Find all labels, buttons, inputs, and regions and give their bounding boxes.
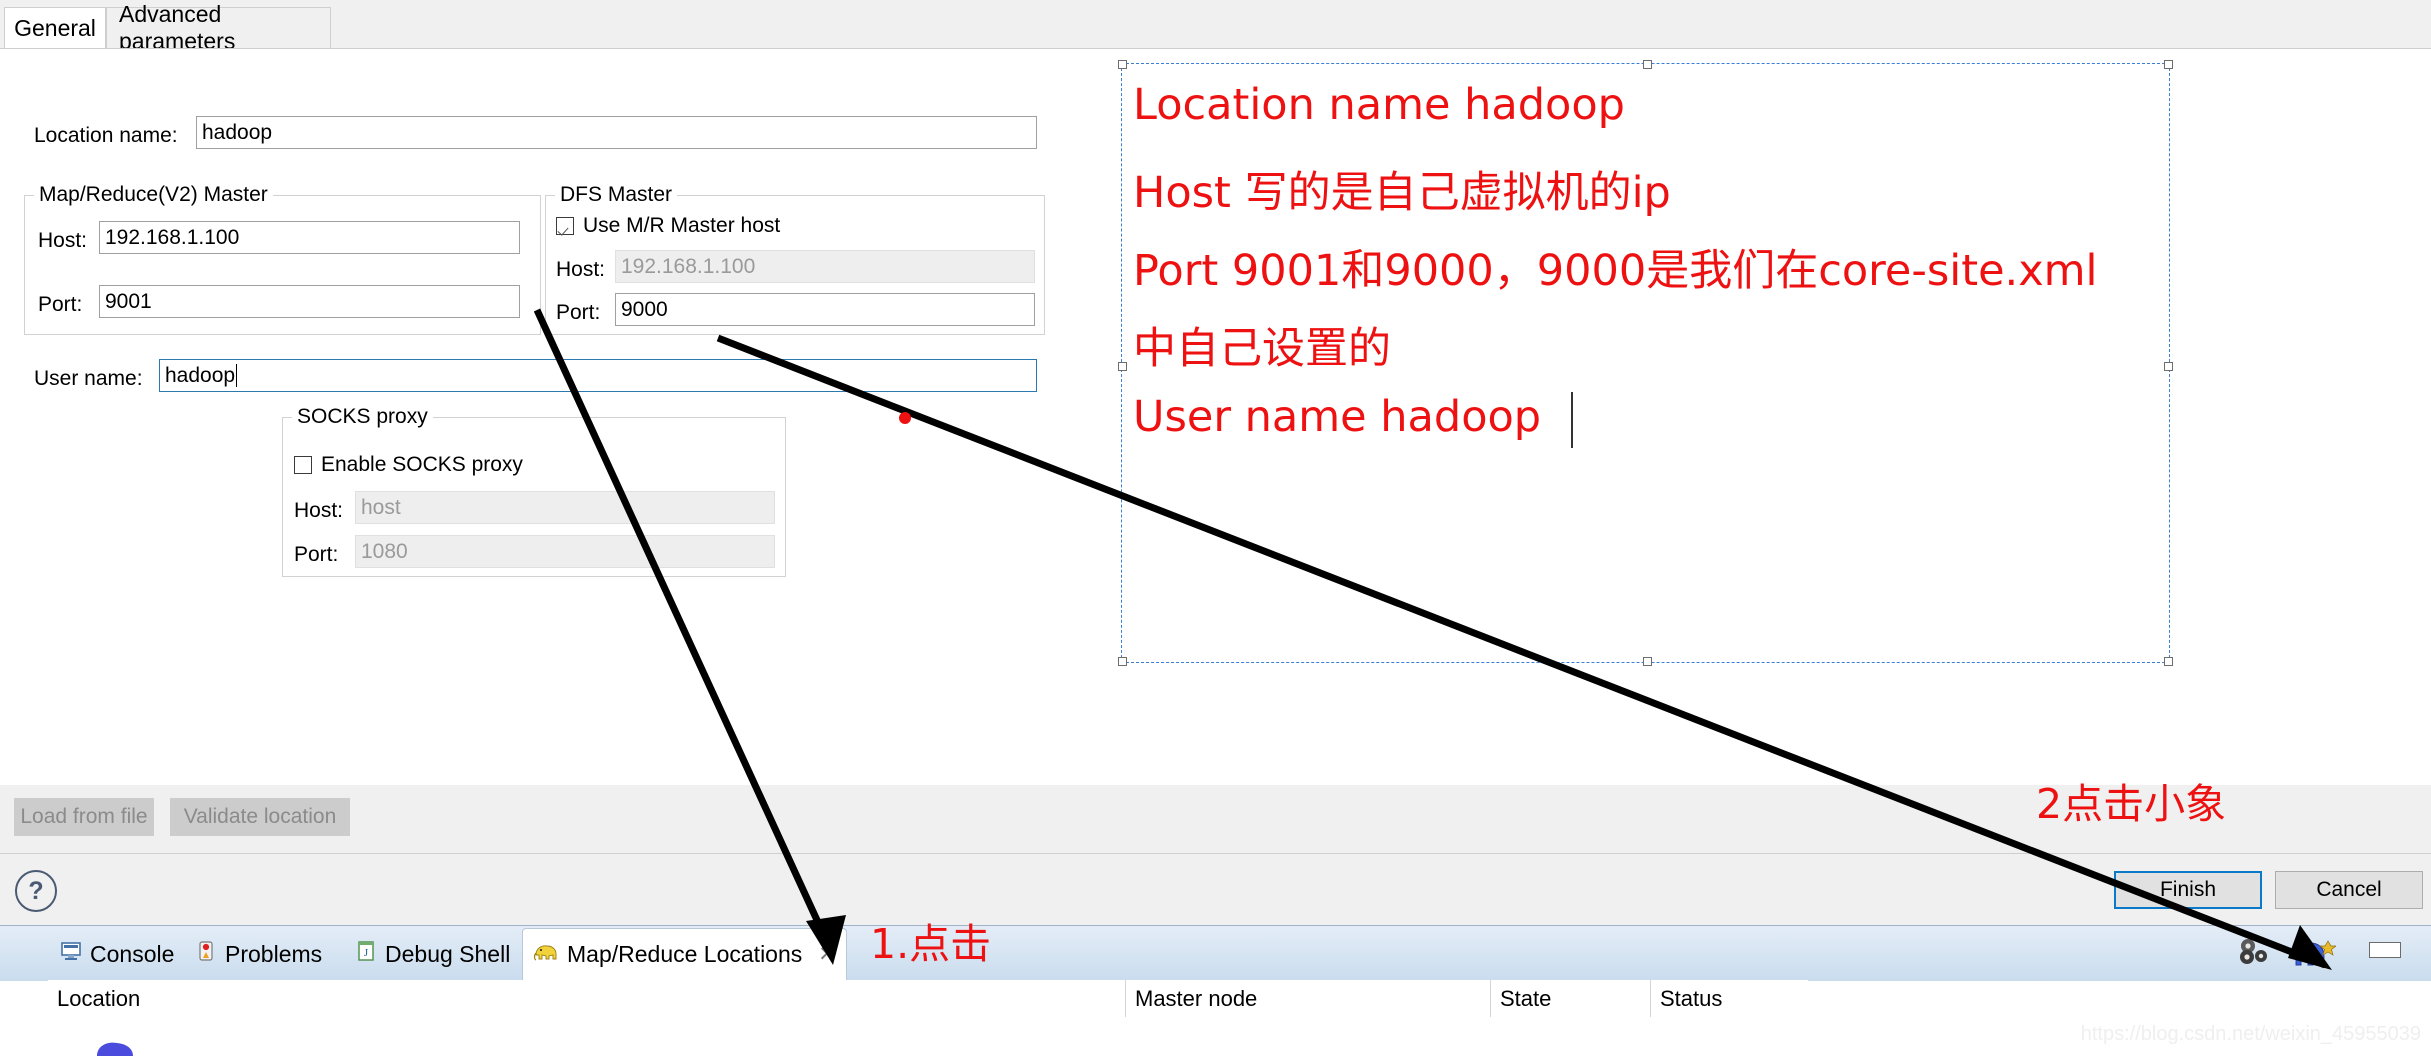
view-tab-problems-label: Problems bbox=[225, 940, 323, 967]
tab-general-label: General bbox=[14, 14, 96, 41]
annotation-line-2: Host 写的是自己虚拟机的ip bbox=[1133, 168, 1671, 218]
bottom-view-panel: Console Problems J Debug Shell Map/Reduc… bbox=[0, 925, 2431, 1056]
use-mr-master-host-checkbox-row[interactable]: Use M/R Master host bbox=[556, 214, 780, 238]
socks-host-value: host bbox=[361, 495, 401, 519]
load-from-file-label: Load from file bbox=[20, 805, 148, 828]
svg-text:J: J bbox=[364, 947, 369, 959]
dfs-master-title: DFS Master bbox=[555, 183, 678, 207]
cancel-label: Cancel bbox=[2316, 878, 2382, 901]
finish-button[interactable]: Finish bbox=[2114, 871, 2262, 909]
use-mr-master-host-checkbox[interactable] bbox=[556, 217, 574, 235]
minimize-icon[interactable] bbox=[2369, 942, 2401, 958]
dfs-host-input: 192.168.1.100 bbox=[615, 250, 1035, 283]
dfs-host-value: 192.168.1.100 bbox=[621, 254, 756, 278]
annotation-line-1: Location name hadoop bbox=[1133, 80, 1625, 130]
dfs-port-label: Port: bbox=[556, 301, 601, 324]
dialog-footer: ? Finish Cancel bbox=[0, 854, 2431, 925]
mapreduce-master-title: Map/Reduce(V2) Master bbox=[34, 183, 273, 207]
resize-handle-se[interactable] bbox=[2164, 657, 2173, 666]
help-icon[interactable]: ? bbox=[15, 870, 57, 912]
watermark: https://blog.csdn.net/weixin_45955039 bbox=[2080, 1023, 2421, 1045]
annotation-step-1: 1.点击 bbox=[870, 920, 992, 968]
view-tab-console-label: Console bbox=[90, 940, 175, 967]
location-name-input[interactable]: hadoop bbox=[196, 116, 1037, 149]
tab-advanced-parameters[interactable]: Advanced parameters bbox=[106, 1, 331, 54]
new-hadoop-location-icon[interactable] bbox=[2290, 935, 2338, 975]
enable-socks-proxy-checkbox-row[interactable]: Enable SOCKS proxy bbox=[294, 453, 523, 477]
gears-icon[interactable] bbox=[2235, 937, 2281, 973]
socks-port-label: Port: bbox=[294, 543, 339, 566]
validate-location-button[interactable]: Validate location bbox=[170, 798, 350, 836]
view-tab-console[interactable]: Console bbox=[50, 928, 184, 980]
annotation-step-2: 2点击小象 bbox=[2036, 780, 2227, 828]
resize-handle-n[interactable] bbox=[1643, 60, 1652, 69]
dfs-port-input[interactable]: 9000 bbox=[615, 293, 1035, 326]
resize-handle-e[interactable] bbox=[2164, 362, 2173, 371]
close-icon[interactable]: ✕ bbox=[818, 942, 836, 967]
load-from-file-button[interactable]: Load from file bbox=[14, 798, 154, 836]
view-tab-mapreduce-locations-label: Map/Reduce Locations bbox=[567, 941, 803, 967]
elephant-icon bbox=[533, 941, 559, 969]
tab-general[interactable]: General bbox=[4, 7, 106, 49]
socks-port-input: 1080 bbox=[355, 535, 775, 568]
view-tab-debug-shell[interactable]: J Debug Shell bbox=[345, 928, 520, 980]
view-tab-mapreduce-locations[interactable]: Map/Reduce Locations ✕ bbox=[522, 928, 847, 980]
resize-handle-w[interactable] bbox=[1118, 362, 1127, 371]
socks-proxy-title: SOCKS proxy bbox=[292, 405, 433, 429]
mr-host-label: Host: bbox=[38, 229, 88, 252]
resize-handle-ne[interactable] bbox=[2164, 60, 2173, 69]
dialog-tabbar: General Advanced parameters bbox=[0, 1, 2431, 54]
console-icon bbox=[60, 940, 82, 968]
validate-location-label: Validate location bbox=[183, 805, 337, 828]
enable-socks-proxy-label: Enable SOCKS proxy bbox=[321, 453, 523, 476]
finish-label: Finish bbox=[2159, 878, 2217, 901]
user-name-input[interactable]: hadoop bbox=[159, 359, 1037, 392]
mr-host-value: 192.168.1.100 bbox=[105, 225, 240, 249]
location-name-value: hadoop bbox=[202, 120, 273, 144]
tab-advanced-parameters-label: Advanced parameters bbox=[119, 1, 236, 54]
socks-host-input: host bbox=[355, 491, 775, 524]
socks-host-label: Host: bbox=[294, 499, 344, 522]
annotation-line-5: User name hadoop bbox=[1133, 392, 1542, 442]
help-glyph: ? bbox=[28, 876, 44, 905]
column-header-master-node[interactable]: Master node bbox=[1125, 980, 1490, 1017]
user-name-value: hadoop bbox=[165, 363, 236, 387]
locations-table-header: Location Master node State Status bbox=[48, 980, 1808, 1017]
annotation-line-4: 中自己设置的 bbox=[1133, 324, 1391, 374]
cancel-button[interactable]: Cancel bbox=[2275, 871, 2423, 909]
mr-port-value: 9001 bbox=[105, 289, 152, 313]
dfs-port-value: 9000 bbox=[621, 297, 668, 321]
view-tab-debug-shell-label: Debug Shell bbox=[385, 940, 511, 967]
use-mr-master-host-label: Use M/R Master host bbox=[583, 214, 781, 237]
problems-icon bbox=[195, 940, 217, 968]
annotation-caret bbox=[1571, 392, 1573, 448]
column-header-status[interactable]: Status bbox=[1650, 980, 1808, 1017]
dfs-host-label: Host: bbox=[556, 258, 606, 281]
debug-shell-icon: J bbox=[355, 940, 377, 968]
column-header-state[interactable]: State bbox=[1490, 980, 1650, 1017]
enable-socks-proxy-checkbox[interactable] bbox=[294, 456, 312, 474]
socks-port-value: 1080 bbox=[361, 539, 408, 563]
location-name-label: Location name: bbox=[34, 124, 178, 147]
mr-port-label: Port: bbox=[38, 293, 83, 316]
resize-handle-sw[interactable] bbox=[1118, 657, 1127, 666]
mr-port-input[interactable]: 9001 bbox=[99, 285, 520, 318]
column-header-location[interactable]: Location bbox=[48, 980, 1125, 1017]
table-row[interactable] bbox=[95, 1038, 135, 1062]
mr-host-input[interactable]: 192.168.1.100 bbox=[99, 221, 520, 254]
text-caret bbox=[236, 364, 238, 387]
resize-handle-s[interactable] bbox=[1643, 657, 1652, 666]
resize-handle-nw[interactable] bbox=[1118, 60, 1127, 69]
user-name-label: User name: bbox=[34, 367, 143, 390]
view-tab-problems[interactable]: Problems bbox=[185, 928, 332, 980]
annotation-line-3: Port 9001和9000，9000是我们在core-site.xml bbox=[1133, 246, 2098, 296]
